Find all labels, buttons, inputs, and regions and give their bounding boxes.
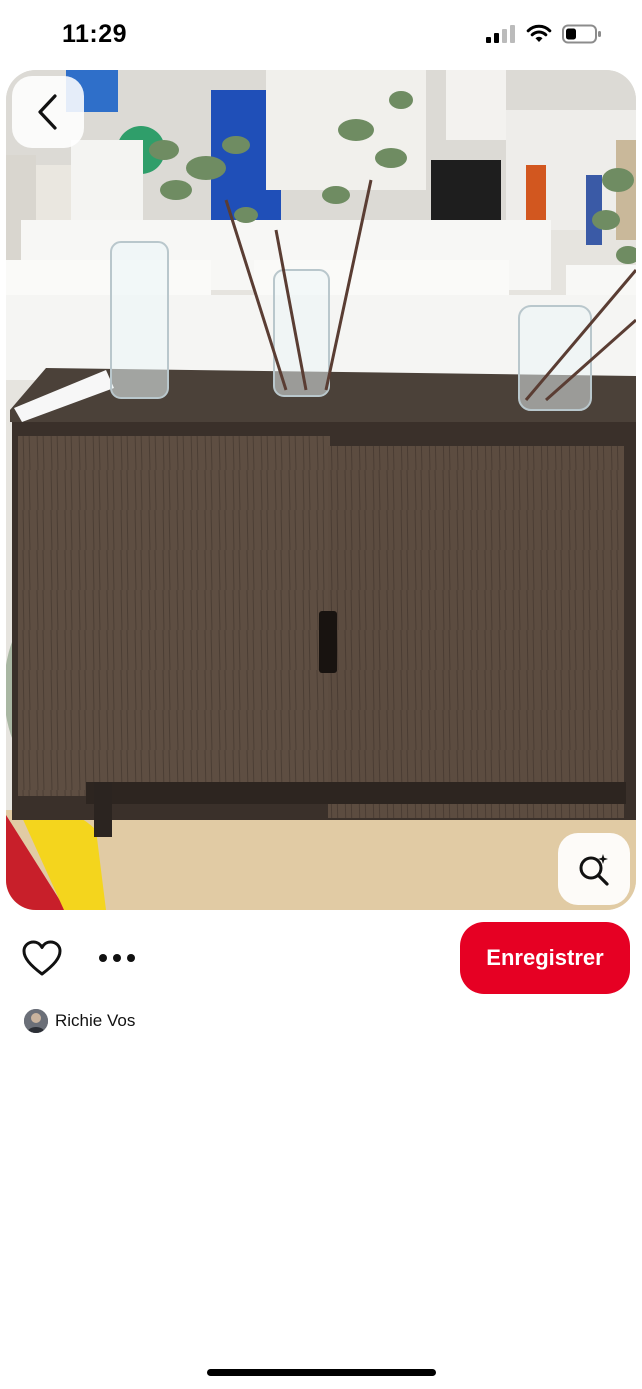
- home-indicator: [207, 1369, 436, 1376]
- chevron-left-icon: [38, 94, 57, 130]
- status-time: 11:29: [62, 20, 128, 48]
- back-button[interactable]: [12, 76, 84, 148]
- more-button[interactable]: [94, 946, 140, 970]
- visual-search-icon: [579, 854, 609, 886]
- battery-icon: [562, 24, 601, 44]
- author-link[interactable]: Richie Vos: [24, 1009, 135, 1033]
- save-button[interactable]: Enregistrer: [460, 922, 630, 994]
- status-icons: [486, 24, 602, 44]
- status-bar: 11:29: [0, 0, 642, 70]
- cellular-signal-icon: [486, 25, 515, 43]
- author-name[interactable]: Richie Vos: [55, 1011, 135, 1031]
- more-icon: [99, 954, 135, 962]
- avatar[interactable]: [24, 1009, 48, 1033]
- visual-search-button[interactable]: [558, 833, 630, 905]
- wifi-icon: [526, 24, 552, 42]
- heart-icon[interactable]: [22, 940, 62, 978]
- pin-image[interactable]: [6, 70, 636, 910]
